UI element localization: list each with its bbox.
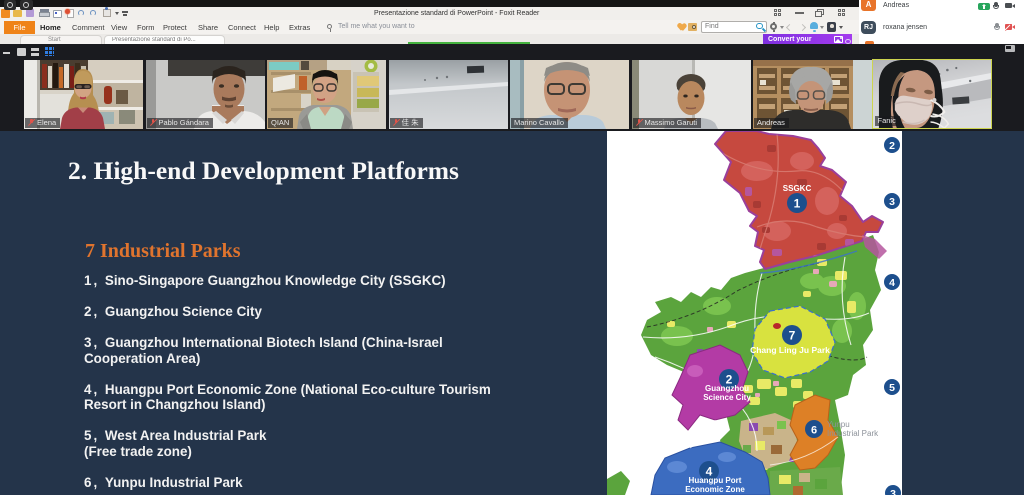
svg-text:6: 6 [811,425,817,437]
svg-text:SSGKC: SSGKC [783,184,812,193]
svg-text:2: 2 [889,140,895,152]
svg-text:3: 3 [889,196,895,208]
svg-text:Industrial Park: Industrial Park [827,429,879,438]
svg-text:1: 1 [794,197,801,211]
svg-text:Guangzhou: Guangzhou [705,384,749,393]
svg-text:Science City: Science City [703,393,751,402]
svg-text:Yunpu: Yunpu [827,420,850,429]
svg-text:Economic Zone: Economic Zone [685,485,745,494]
svg-text:3: 3 [890,488,896,495]
svg-text:Huangpu Port: Huangpu Port [689,476,742,485]
svg-text:7: 7 [789,329,796,343]
svg-text:5: 5 [889,382,895,394]
svg-text:Chang Ling Ju Park: Chang Ling Ju Park [750,345,830,355]
svg-text:4: 4 [889,277,895,289]
